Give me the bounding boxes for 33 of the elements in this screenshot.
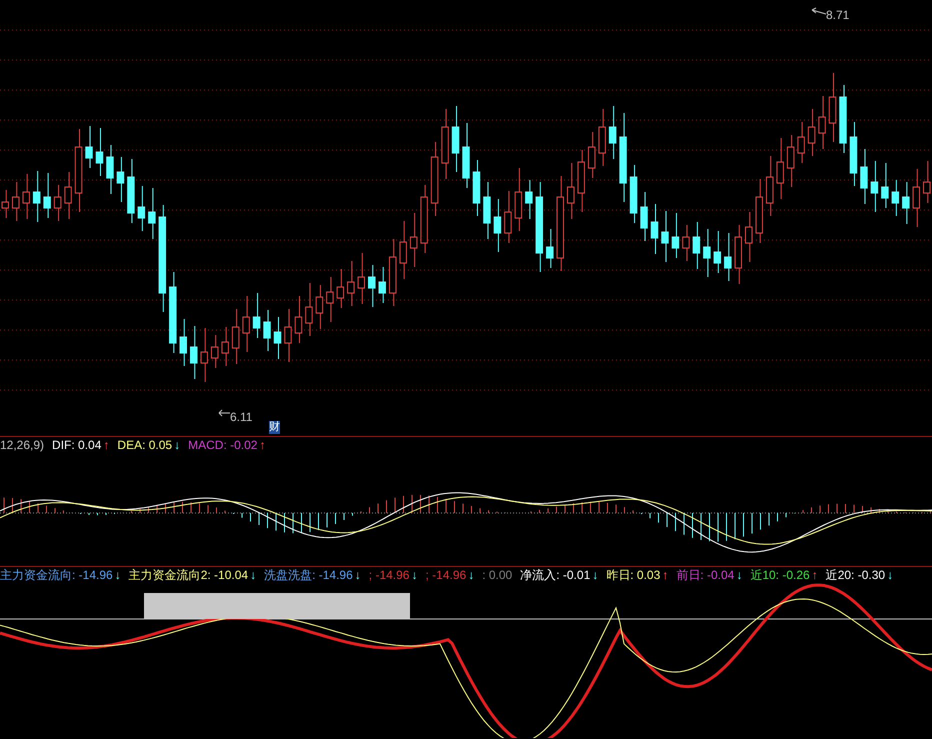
indicator-value: 近10: -0.26 [750,567,810,583]
indicator-value: MACD: -0.02 [188,437,258,453]
indicator-value: 昨日: 0.03 [606,567,660,583]
trend-arrow: ↓ [354,567,361,583]
trend-arrow: ↓ [174,437,180,453]
indicator-value: ; -14.96 [368,567,410,583]
indicator-value: ; -14.96 [425,567,466,583]
indicator-value: DIF: 0.04 [52,437,102,453]
indicator-value: 洗盘洗盘: -14.96 [264,567,353,583]
finance-badge: 财 [269,421,280,434]
trend-arrow: ↓ [411,567,418,583]
trend-arrow: ↑ [662,567,668,583]
indicator-value: 前日: -0.04 [676,567,734,583]
indicator-value: 主力资金流向: -14.96 [0,567,113,583]
indicator-value: : 0.00 [482,567,512,583]
trend-arrow: ↓ [250,567,256,583]
trend-arrow: ↓ [736,567,742,583]
high-price-label: 8.71 [826,7,850,24]
trend-arrow: ↑ [103,437,110,453]
trend-arrow: ↓ [468,567,474,583]
trend-arrow: ↑ [812,567,818,583]
trend-arrow: ↓ [887,567,894,583]
indicator-value: 净流入: -0.01 [520,567,590,583]
low-pointer-arrow [218,410,230,416]
trend-arrow: ↓ [114,567,121,583]
high-pointer-arrow [812,8,826,14]
indicator-value: 主力资金流向2: -10.04 [128,567,248,583]
indicator-value: 近20: -0.30 [826,567,886,583]
indicator-value: 12,26,9) [0,437,44,453]
trend-arrow: ↓ [592,567,598,583]
low-price-label: 6.11 [230,409,252,426]
indicator-value: DEA: 0.05 [117,437,172,453]
trend-arrow: ↑ [259,437,266,453]
